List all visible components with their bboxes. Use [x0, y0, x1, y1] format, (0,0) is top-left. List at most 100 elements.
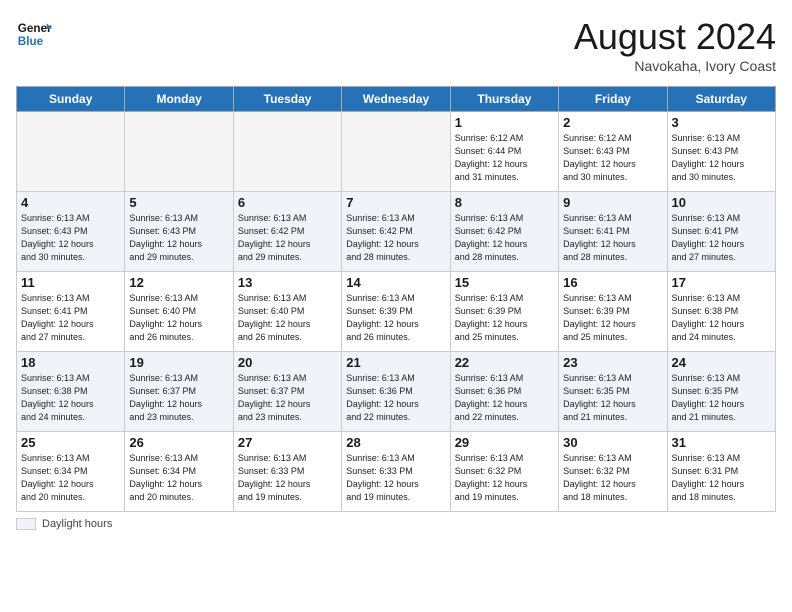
day-info: Sunrise: 6:12 AM Sunset: 6:43 PM Dayligh… [563, 132, 662, 184]
calendar-cell: 24Sunrise: 6:13 AM Sunset: 6:35 PM Dayli… [667, 352, 775, 432]
calendar-cell: 23 Sunrise: 6:13 AM Sunset: 6:35 PM Dayli… [559, 352, 667, 432]
calendar-cell: 16 Sunrise: 6:13 AM Sunset: 6:39 PM Dayli… [559, 272, 667, 352]
calendar-cell: 21 Sunrise: 6:13 AM Sunset: 6:36 PM Dayli… [342, 352, 450, 432]
calendar-cell: 30 Sunrise: 6:13 AM Sunset: 6:32 PM Dayli… [559, 432, 667, 512]
day-info: Sunrise: 6:13 AM Sunset: 6:41 PM Dayligh… [21, 292, 120, 344]
calendar-cell: 15 Sunrise: 6:13 AM Sunset: 6:39 PM Dayli… [450, 272, 558, 352]
calendar-cell [17, 112, 125, 192]
day-number: 6 [238, 195, 337, 210]
day-info: Sunrise: 6:13 AM Sunset: 6:37 PM Dayligh… [238, 372, 337, 424]
day-number: 14 [346, 275, 445, 290]
day-number: 16 [563, 275, 662, 290]
day-header-thursday: Thursday [450, 87, 558, 112]
day-number: 21 [346, 355, 445, 370]
day-info: Sunrise: 6:13 AM Sunset: 6:43 PM Dayligh… [21, 212, 120, 264]
footer-note: Daylight hours [16, 518, 776, 530]
day-info: Sunrise: 6:13 AM Sunset: 6:33 PM Dayligh… [346, 452, 445, 504]
calendar-cell: 12 Sunrise: 6:13 AM Sunset: 6:40 PM Dayli… [125, 272, 233, 352]
day-info: Sunrise: 6:12 AM Sunset: 6:44 PM Dayligh… [455, 132, 554, 184]
day-info: Sunrise: 6:13 AM Sunset: 6:39 PM Dayligh… [346, 292, 445, 344]
calendar-week-row: 11 Sunrise: 6:13 AM Sunset: 6:41 PM Dayli… [17, 272, 776, 352]
day-info: Sunrise: 6:13 AM Sunset: 6:41 PM Dayligh… [672, 212, 771, 264]
day-info: Sunrise: 6:13 AM Sunset: 6:34 PM Dayligh… [21, 452, 120, 504]
day-number: 22 [455, 355, 554, 370]
day-info: Sunrise: 6:13 AM Sunset: 6:36 PM Dayligh… [346, 372, 445, 424]
day-header-tuesday: Tuesday [233, 87, 341, 112]
day-number: 15 [455, 275, 554, 290]
calendar-cell: 14 Sunrise: 6:13 AM Sunset: 6:39 PM Dayli… [342, 272, 450, 352]
calendar-week-row: 4Sunrise: 6:13 AM Sunset: 6:43 PM Daylig… [17, 192, 776, 272]
day-number: 18 [21, 355, 120, 370]
day-number: 27 [238, 435, 337, 450]
calendar-cell: 4Sunrise: 6:13 AM Sunset: 6:43 PM Daylig… [17, 192, 125, 272]
calendar-cell [342, 112, 450, 192]
day-info: Sunrise: 6:13 AM Sunset: 6:38 PM Dayligh… [21, 372, 120, 424]
day-info: Sunrise: 6:13 AM Sunset: 6:43 PM Dayligh… [129, 212, 228, 264]
day-header-monday: Monday [125, 87, 233, 112]
day-number: 3 [672, 115, 771, 130]
day-number: 26 [129, 435, 228, 450]
calendar-cell [125, 112, 233, 192]
daylight-swatch [16, 518, 36, 530]
day-number: 25 [21, 435, 120, 450]
day-number: 12 [129, 275, 228, 290]
calendar-cell: 5 Sunrise: 6:13 AM Sunset: 6:43 PM Daylig… [125, 192, 233, 272]
day-number: 9 [563, 195, 662, 210]
calendar-cell: 20Sunrise: 6:13 AM Sunset: 6:37 PM Dayli… [233, 352, 341, 432]
day-number: 28 [346, 435, 445, 450]
calendar-cell: 6Sunrise: 6:13 AM Sunset: 6:42 PM Daylig… [233, 192, 341, 272]
calendar-cell: 11 Sunrise: 6:13 AM Sunset: 6:41 PM Dayli… [17, 272, 125, 352]
day-number: 11 [21, 275, 120, 290]
day-info: Sunrise: 6:13 AM Sunset: 6:43 PM Dayligh… [672, 132, 771, 184]
calendar-cell: 22 Sunrise: 6:13 AM Sunset: 6:36 PM Dayli… [450, 352, 558, 432]
day-number: 17 [672, 275, 771, 290]
calendar-cell: 1 Sunrise: 6:12 AM Sunset: 6:44 PM Daylig… [450, 112, 558, 192]
calendar-cell: 2Sunrise: 6:12 AM Sunset: 6:43 PM Daylig… [559, 112, 667, 192]
day-header-saturday: Saturday [667, 87, 775, 112]
calendar-cell: 7 Sunrise: 6:13 AM Sunset: 6:42 PM Daylig… [342, 192, 450, 272]
day-info: Sunrise: 6:13 AM Sunset: 6:37 PM Dayligh… [129, 372, 228, 424]
day-number: 30 [563, 435, 662, 450]
day-number: 8 [455, 195, 554, 210]
day-info: Sunrise: 6:13 AM Sunset: 6:40 PM Dayligh… [238, 292, 337, 344]
day-info: Sunrise: 6:13 AM Sunset: 6:38 PM Dayligh… [672, 292, 771, 344]
day-info: Sunrise: 6:13 AM Sunset: 6:39 PM Dayligh… [455, 292, 554, 344]
calendar-cell: 26 Sunrise: 6:13 AM Sunset: 6:34 PM Dayli… [125, 432, 233, 512]
day-info: Sunrise: 6:13 AM Sunset: 6:35 PM Dayligh… [563, 372, 662, 424]
day-info: Sunrise: 6:13 AM Sunset: 6:41 PM Dayligh… [563, 212, 662, 264]
day-number: 5 [129, 195, 228, 210]
day-info: Sunrise: 6:13 AM Sunset: 6:33 PM Dayligh… [238, 452, 337, 504]
title-area: August 2024 Navokaha, Ivory Coast [574, 16, 776, 74]
calendar-week-row: 18 Sunrise: 6:13 AM Sunset: 6:38 PM Dayli… [17, 352, 776, 432]
calendar-cell: 31 Sunrise: 6:13 AM Sunset: 6:31 PM Dayli… [667, 432, 775, 512]
day-number: 24 [672, 355, 771, 370]
calendar-table: SundayMondayTuesdayWednesdayThursdayFrid… [16, 86, 776, 512]
day-info: Sunrise: 6:13 AM Sunset: 6:32 PM Dayligh… [563, 452, 662, 504]
calendar-cell: 10 Sunrise: 6:13 AM Sunset: 6:41 PM Dayli… [667, 192, 775, 272]
calendar-cell [233, 112, 341, 192]
day-header-sunday: Sunday [17, 87, 125, 112]
logo: General Blue [16, 16, 52, 52]
day-info: Sunrise: 6:13 AM Sunset: 6:36 PM Dayligh… [455, 372, 554, 424]
day-number: 23 [563, 355, 662, 370]
day-number: 13 [238, 275, 337, 290]
day-number: 29 [455, 435, 554, 450]
calendar-cell: 17 Sunrise: 6:13 AM Sunset: 6:38 PM Dayli… [667, 272, 775, 352]
day-header-wednesday: Wednesday [342, 87, 450, 112]
month-title: August 2024 [574, 16, 776, 58]
calendar-header-row: SundayMondayTuesdayWednesdayThursdayFrid… [17, 87, 776, 112]
day-info: Sunrise: 6:13 AM Sunset: 6:34 PM Dayligh… [129, 452, 228, 504]
svg-text:Blue: Blue [18, 35, 44, 48]
calendar-cell: 18 Sunrise: 6:13 AM Sunset: 6:38 PM Dayli… [17, 352, 125, 432]
page-header: General Blue August 2024 Navokaha, Ivory… [16, 16, 776, 74]
day-info: Sunrise: 6:13 AM Sunset: 6:39 PM Dayligh… [563, 292, 662, 344]
calendar-cell: 27 Sunrise: 6:13 AM Sunset: 6:33 PM Dayli… [233, 432, 341, 512]
day-number: 31 [672, 435, 771, 450]
day-info: Sunrise: 6:13 AM Sunset: 6:32 PM Dayligh… [455, 452, 554, 504]
day-number: 7 [346, 195, 445, 210]
day-number: 1 [455, 115, 554, 130]
day-number: 10 [672, 195, 771, 210]
day-info: Sunrise: 6:13 AM Sunset: 6:42 PM Dayligh… [346, 212, 445, 264]
day-info: Sunrise: 6:13 AM Sunset: 6:31 PM Dayligh… [672, 452, 771, 504]
day-info: Sunrise: 6:13 AM Sunset: 6:40 PM Dayligh… [129, 292, 228, 344]
